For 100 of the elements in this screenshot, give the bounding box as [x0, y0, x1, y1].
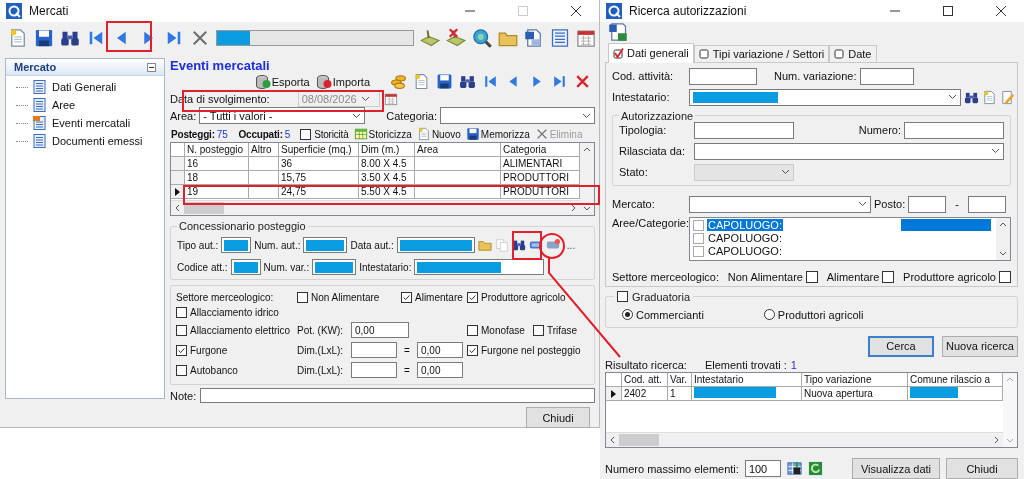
- toolbar-button[interactable]: Esporta: [254, 73, 310, 90]
- text-field[interactable]: [689, 67, 757, 85]
- text-field[interactable]: 0,00: [417, 362, 463, 378]
- scroll-thumb[interactable]: [619, 434, 659, 446]
- save-icon[interactable]: [436, 73, 453, 90]
- toolbar-button[interactable]: Memorizza: [465, 127, 530, 141]
- scroll-up-icon[interactable]: [583, 146, 591, 154]
- close-icon[interactable]: [996, 6, 1006, 16]
- column-header[interactable]: Dim (m.): [359, 143, 415, 157]
- checkbox[interactable]: [467, 324, 478, 336]
- dialog-button[interactable]: Chiudi: [946, 458, 1018, 479]
- coins-icon[interactable]: [390, 73, 407, 90]
- toolbar-button[interactable]: Storicizza: [353, 127, 412, 141]
- tab[interactable]: Date: [829, 44, 877, 62]
- issuer-dropdown[interactable]: [694, 142, 1004, 160]
- radio-button[interactable]: [763, 309, 775, 321]
- checkbox[interactable]: [176, 364, 187, 376]
- tree-item[interactable]: Aree: [16, 97, 164, 113]
- export-document-icon[interactable]: [608, 22, 628, 43]
- row-header[interactable]: [606, 387, 622, 401]
- folder-icon[interactable]: [477, 238, 492, 252]
- column-header[interactable]: Area: [415, 143, 501, 157]
- text-field[interactable]: 0,00: [417, 342, 463, 358]
- document-icon[interactable]: [524, 28, 544, 48]
- tab[interactable]: Tipi variazione / Settori: [693, 44, 830, 62]
- new-document-icon[interactable]: [413, 73, 430, 90]
- vertical-scrollbar[interactable]: [996, 217, 1010, 260]
- text-field[interactable]: [859, 67, 914, 85]
- column-header[interactable]: Tipo variazione: [802, 373, 908, 387]
- checkbox[interactable]: [617, 291, 628, 303]
- text-field[interactable]: [351, 342, 397, 358]
- card-icon[interactable]: [545, 238, 560, 252]
- checkbox[interactable]: [401, 292, 412, 303]
- text-field[interactable]: [414, 259, 545, 275]
- grid-export-icon[interactable]: [786, 461, 802, 476]
- close-button[interactable]: Chiudi: [526, 407, 590, 428]
- category-dropdown[interactable]: [440, 107, 595, 124]
- text-field[interactable]: 100: [744, 460, 781, 477]
- radio-button[interactable]: [622, 309, 633, 321]
- refresh-icon[interactable]: [807, 461, 823, 476]
- column-header[interactable]: Categoria: [501, 143, 580, 157]
- scroll-left-icon[interactable]: [174, 204, 182, 212]
- checkbox[interactable]: [467, 344, 478, 356]
- new-document-icon[interactable]: [8, 28, 28, 48]
- checkbox[interactable]: [297, 292, 308, 303]
- scroll-right-icon[interactable]: [569, 204, 577, 212]
- column-header[interactable]: Var.: [668, 373, 692, 387]
- binoculars-icon[interactable]: [511, 238, 526, 252]
- calendar-icon[interactable]: [383, 91, 398, 106]
- checkbox[interactable]: [693, 232, 704, 244]
- checkbox[interactable]: [999, 270, 1011, 283]
- toolbar-button[interactable]: Importa: [315, 73, 370, 90]
- save-icon[interactable]: [34, 28, 54, 48]
- checkbox[interactable]: [693, 219, 704, 231]
- tab[interactable]: Dati generali: [608, 42, 694, 63]
- list-item[interactable]: CAPOLUOGO:: [707, 232, 783, 245]
- checkbox[interactable]: [176, 324, 187, 336]
- tree-item[interactable]: Dati Generali: [16, 79, 164, 95]
- text-field[interactable]: [967, 195, 1006, 213]
- toolbar-button[interactable]: Nuovo: [416, 127, 461, 141]
- tree-item[interactable]: Documenti emessi: [16, 133, 164, 149]
- market-dropdown[interactable]: [689, 195, 871, 213]
- text-field[interactable]: [303, 237, 348, 253]
- checkbox[interactable]: [467, 292, 478, 303]
- list-item[interactable]: CAPOLUOGO:: [707, 219, 783, 232]
- column-header[interactable]: Altro: [249, 143, 279, 157]
- column-header[interactable]: Superficie (mq.): [279, 143, 359, 157]
- close-icon[interactable]: [571, 6, 581, 16]
- more-button[interactable]: ...: [566, 239, 576, 251]
- column-header[interactable]: N. posteggio: [185, 143, 249, 157]
- calendar-icon[interactable]: [576, 28, 596, 48]
- maximize-icon[interactable]: [943, 6, 953, 16]
- search-button[interactable]: Nuova ricerca: [942, 335, 1018, 357]
- search-button[interactable]: Cerca: [868, 335, 934, 357]
- checkbox[interactable]: [176, 307, 187, 318]
- checkbox[interactable]: [176, 344, 187, 356]
- collapse-icon[interactable]: [147, 62, 156, 72]
- last-record-icon[interactable]: [551, 73, 568, 90]
- text-field[interactable]: [312, 259, 357, 275]
- horizontal-scrollbar[interactable]: [606, 432, 1003, 447]
- delete-icon[interactable]: [574, 73, 591, 90]
- checkbox[interactable]: [882, 270, 895, 283]
- vertical-scrollbar[interactable]: [580, 143, 594, 215]
- binoculars-icon[interactable]: [459, 73, 476, 90]
- scroll-up-icon[interactable]: [999, 220, 1007, 229]
- edit-icon[interactable]: [1000, 89, 1015, 105]
- text-field[interactable]: [230, 259, 261, 275]
- text-field[interactable]: [908, 195, 947, 213]
- text-field[interactable]: [221, 237, 252, 253]
- text-field[interactable]: [694, 121, 794, 139]
- scroll-down-icon[interactable]: [583, 204, 591, 212]
- map-icon[interactable]: [420, 28, 440, 48]
- cancel-icon[interactable]: [190, 28, 210, 48]
- map-delete-icon[interactable]: [446, 28, 466, 48]
- scroll-right-icon[interactable]: [992, 436, 1000, 444]
- dialog-button[interactable]: Visualizza dati: [852, 458, 940, 479]
- column-header[interactable]: Comune rilascio a: [908, 373, 1003, 387]
- scroll-left-icon[interactable]: [609, 436, 617, 444]
- note-field[interactable]: [200, 388, 595, 403]
- checkbox[interactable]: [300, 128, 312, 140]
